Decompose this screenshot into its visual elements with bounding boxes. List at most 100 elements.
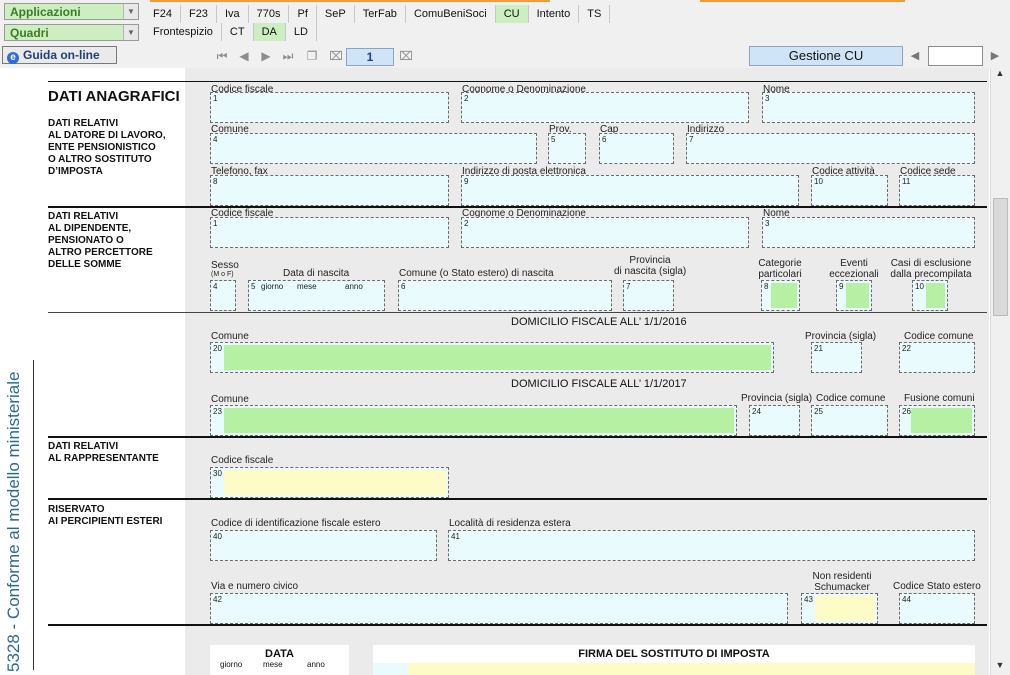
datore-codice-fiscale-field[interactable]: 1 [210,92,449,123]
scroll-down-icon[interactable]: ▼ [992,660,1008,674]
divider [48,312,987,313]
field-number: 10 [814,177,823,186]
datore-cognome-field[interactable]: 2 [461,92,749,123]
dipendente-categorie-field[interactable]: 8 [761,280,800,311]
esteri-localita-field[interactable]: 41 [448,530,975,561]
label-line: Non residenti [812,571,872,582]
prev-page-icon[interactable]: ◀ [236,48,252,64]
firma-field-prefix[interactable] [373,663,408,675]
dipendente-eventi-field[interactable]: 9 [836,280,872,311]
left-arrow-icon[interactable]: ◀ [908,49,922,63]
field-number: 43 [804,595,813,604]
quadri-label: Quadri [10,26,49,40]
mese-label: mese [297,282,317,291]
first-page-icon[interactable]: ⏮ [214,48,230,64]
dipendente-nome-field[interactable]: 3 [762,217,975,248]
tab-terfab[interactable]: TerFab [355,5,406,23]
label-codice-identificazione: Codice di identificazione fiscale estero [211,518,381,529]
label-categorie: Categorie particolari [752,258,808,280]
label-comune: Comune [211,331,249,342]
dipendente-data-nascita-field[interactable]: 5 giorno mese anno [248,280,385,311]
delete-record-icon[interactable]: ⌧ [398,48,414,64]
guida-online-button[interactable]: e Guida on-line [2,46,117,64]
domicilio-2017-provincia-field[interactable]: 24 [749,405,800,436]
label-fusione: Fusione comuni [904,393,975,404]
quadri-select[interactable]: Quadri ▼ [4,24,139,41]
side-vertical-text: 5328 - Conforme al modello ministeriale [4,371,23,672]
datore-email-field[interactable]: 9 [461,175,799,206]
datore-codice-attivita-field[interactable]: 10 [811,175,888,206]
guida-label: Guida on-line [23,48,100,62]
dipendente-comune-nascita-field[interactable]: 6 [398,280,612,311]
field-number: 24 [752,407,761,416]
datore-prov-field[interactable]: 5 [548,133,586,164]
scroll-up-icon[interactable]: ▲ [992,68,1008,82]
domicilio-2016-comune-field[interactable]: 20 [210,342,774,373]
dipendente-provincia-nascita-field[interactable]: 7 [623,280,674,311]
right-arrow-icon[interactable]: ▶ [988,49,1002,63]
label-line: particolari [758,269,802,280]
main-tabs: F24 F23 Iva 770s Pf SeP TerFab ComuBeniS… [145,4,611,24]
scrollbar-thumb[interactable] [993,198,1008,316]
tab-intento[interactable]: Intento [529,5,580,23]
field-number: 8 [213,177,218,186]
last-page-icon[interactable]: ⏭ [280,48,296,64]
applicazioni-select[interactable]: Applicazioni ▼ [4,3,139,20]
esteri-via-field[interactable]: 42 [210,593,788,624]
field-number: 20 [213,344,222,353]
domicilio-2017-codice-comune-field[interactable]: 25 [811,405,888,436]
domicilio-2017-fusione-field[interactable]: 26 [899,405,975,436]
tab-770s[interactable]: 770s [249,5,290,23]
giorno-label: giorno [261,282,284,291]
vertical-scrollbar[interactable] [990,68,1010,675]
datore-cap-field[interactable]: 6 [599,133,674,164]
label-comune-nascita: Comune (o Stato estero) di nascita [399,268,554,279]
label-codice-comune: Codice comune [904,331,974,342]
tab-da[interactable]: DA [253,23,286,41]
firma-field[interactable] [408,663,975,675]
esteri-schumacker-field[interactable]: 43 [801,593,878,624]
gestione-cu-button[interactable]: Gestione CU [749,46,903,66]
tab-ld[interactable]: LD [286,23,317,41]
domicilio-2016-provincia-field[interactable]: 21 [811,342,862,373]
tab-ts[interactable]: TS [579,5,611,23]
tab-f24[interactable]: F24 [145,5,181,23]
dipendente-cognome-field[interactable]: 2 [461,217,749,248]
datore-indirizzo-field[interactable]: 7 [686,133,975,164]
tab-f23[interactable]: F23 [181,5,217,23]
divider [48,81,987,82]
new-page-icon[interactable]: ❐ [304,48,320,64]
datore-comune-field[interactable]: 4 [210,133,537,164]
tab-cu[interactable]: CU [495,5,529,23]
desc-line: ENTE PENSIONISTICO [48,142,156,153]
domicilio-2016-codice-comune-field[interactable]: 22 [899,342,975,373]
record-input[interactable] [928,46,983,66]
field-number: 7 [689,135,694,144]
chevron-down-icon[interactable]: ▼ [123,4,138,19]
label-sesso-hint: (M o F) [211,271,234,278]
chevron-down-icon[interactable]: ▼ [123,25,138,40]
dipendente-sesso-field[interactable]: 4 [210,280,236,311]
delete-page-icon[interactable]: ⌧ [328,48,344,64]
tab-sep[interactable]: SeP [317,5,355,23]
domicilio-2017-comune-field[interactable]: 23 [210,405,737,436]
esteri-codice-identificazione-field[interactable]: 40 [210,530,437,561]
next-page-icon[interactable]: ▶ [258,48,274,64]
datore-telefono-field[interactable]: 8 [210,175,449,206]
tab-iva[interactable]: Iva [217,5,249,23]
datore-codice-sede-field[interactable]: 11 [899,175,975,206]
tab-ct[interactable]: CT [222,23,254,41]
tab-pf[interactable]: Pf [289,5,317,23]
tab-comubenisoci[interactable]: ComuBeniSoci [406,5,496,23]
divider [48,624,987,626]
label-codice-comune: Codice comune [816,393,886,404]
tab-frontespizio[interactable]: Frontespizio [145,23,222,41]
esteri-codice-stato-field[interactable]: 44 [899,593,975,624]
dipendente-codice-fiscale-field[interactable]: 1 [210,217,449,248]
dipendente-casi-esclusione-field[interactable]: 10 [912,280,948,311]
datore-nome-field[interactable]: 3 [762,92,975,123]
rappresentante-codice-fiscale-field[interactable]: 30 [210,467,449,498]
desc-line: O ALTRO SOSTITUTO [48,154,152,165]
page-number[interactable]: 1 [346,48,394,66]
firma-title: FIRMA DEL SOSTITUTO DI IMPOSTA [578,648,770,660]
